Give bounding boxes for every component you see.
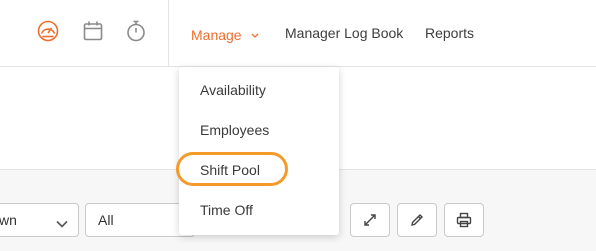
nav-reports[interactable]: Reports (425, 24, 474, 42)
filter-select-2-value: All (98, 212, 114, 228)
edit-button[interactable] (397, 203, 437, 237)
expand-button[interactable] (350, 203, 390, 237)
nav-manage-label: Manage (191, 27, 242, 43)
chevron-down-icon (251, 24, 259, 42)
filter-select-1[interactable]: wn (0, 203, 79, 237)
manage-dropdown-menu: Availability Employees Shift Pool Time O… (179, 67, 339, 235)
pencil-icon (411, 214, 423, 226)
nav-manager-log-book[interactable]: Manager Log Book (285, 24, 403, 42)
menu-item-time-off[interactable]: Time Off (200, 201, 253, 219)
dashboard-gauge-icon[interactable] (36, 19, 60, 43)
calendar-icon[interactable] (81, 19, 105, 43)
menu-item-employees[interactable]: Employees (200, 121, 269, 139)
printer-icon (456, 212, 472, 228)
expand-icon (364, 214, 376, 226)
nav-manage-dropdown[interactable]: Manage (191, 24, 259, 44)
print-button[interactable] (444, 203, 484, 237)
stopwatch-icon[interactable] (124, 19, 148, 43)
menu-item-shift-pool[interactable]: Shift Pool (200, 161, 260, 179)
menu-item-availability[interactable]: Availability (200, 81, 266, 99)
nav-divider (168, 0, 169, 66)
filter-select-1-value: wn (0, 212, 17, 228)
chevron-down-icon (56, 215, 68, 231)
top-navigation-bar: Manage Manager Log Book Reports (0, 0, 596, 67)
